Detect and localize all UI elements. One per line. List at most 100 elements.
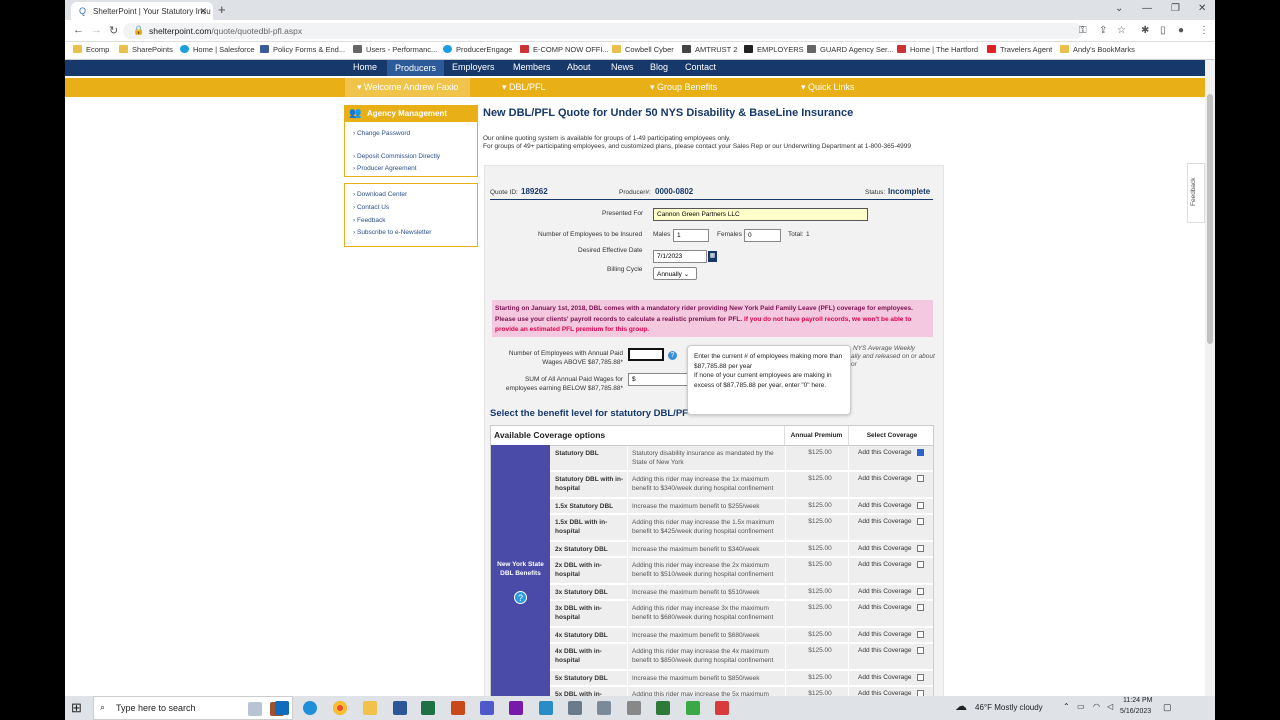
- word-icon[interactable]: [393, 701, 407, 715]
- add-coverage-checkbox[interactable]: [917, 674, 924, 681]
- add-coverage-checkbox[interactable]: [917, 561, 924, 568]
- change-password-link[interactable]: › Change Password: [345, 130, 410, 137]
- wages-below-input[interactable]: $: [628, 373, 688, 386]
- deposit-commission-link[interactable]: › Deposit Commission Directly: [345, 153, 440, 160]
- side-panel-icon[interactable]: ▯: [1160, 25, 1166, 36]
- key-icon[interactable]: ⚿: [1079, 25, 1087, 36]
- effective-date-input[interactable]: 7/1/2023: [653, 250, 707, 263]
- browser-tab[interactable]: Q ShelterPoint | Your Statutory Insu ✕: [71, 2, 213, 20]
- clock-time[interactable]: 11:24 PM: [1123, 697, 1152, 704]
- bookmark-item[interactable]: Home | The Hartford: [897, 45, 978, 54]
- weather-text[interactable]: 46°F Mostly cloudy: [975, 703, 1043, 712]
- taskbar-search[interactable]: ⌕ Type here to search: [93, 696, 293, 720]
- add-coverage-checkbox[interactable]: [917, 502, 924, 509]
- nav-producers[interactable]: Producers: [387, 60, 445, 76]
- minimize-icon[interactable]: —: [1142, 3, 1152, 14]
- add-coverage-checkbox[interactable]: [917, 647, 924, 654]
- forward-icon[interactable]: →: [91, 24, 102, 36]
- back-icon[interactable]: ←: [73, 24, 84, 36]
- bookmark-item[interactable]: Home | Salesforce: [180, 45, 255, 54]
- bookmark-item[interactable]: Users - Performanc...: [353, 45, 437, 54]
- contact-us-link[interactable]: › Contact Us: [345, 204, 389, 211]
- widget-icon[interactable]: [248, 702, 262, 716]
- clock-date[interactable]: 5/16/2023: [1120, 708, 1151, 715]
- bookmark-item[interactable]: ProducerEngage: [443, 45, 512, 54]
- app-icon[interactable]: [715, 701, 729, 715]
- download-center-link[interactable]: › Download Center: [345, 191, 407, 198]
- feedback-tab[interactable]: Feedback: [1187, 163, 1205, 223]
- new-tab-icon[interactable]: +: [218, 2, 226, 17]
- nav-contact[interactable]: Contact: [685, 62, 716, 72]
- dbl-pfl-menu[interactable]: ▾ DBL/PFL: [502, 82, 546, 93]
- nav-home[interactable]: Home: [353, 62, 377, 72]
- network-icon[interactable]: ▭: [1077, 702, 1085, 711]
- onenote-icon[interactable]: [509, 701, 523, 715]
- add-coverage-checkbox[interactable]: [917, 518, 924, 525]
- edge-icon[interactable]: [303, 701, 317, 715]
- close-tab-icon[interactable]: ✕: [199, 6, 207, 17]
- reload-icon[interactable]: ↻: [109, 24, 118, 37]
- app-icon[interactable]: [539, 701, 553, 715]
- close-window-icon[interactable]: ✕: [1198, 3, 1206, 14]
- outlook-icon[interactable]: [275, 701, 289, 715]
- excel-icon[interactable]: [421, 701, 435, 715]
- bookmark-item[interactable]: EMPLOYERS: [744, 45, 804, 54]
- subscribe-newsletter-link[interactable]: › Subscribe to e-Newsletter: [345, 229, 431, 236]
- tab-search-chevron-icon[interactable]: ⌄: [1115, 3, 1123, 14]
- teams-icon[interactable]: [480, 701, 494, 715]
- bookmark-item[interactable]: E-COMP NOW OFFI...: [520, 45, 609, 54]
- add-coverage-checkbox[interactable]: [917, 545, 924, 552]
- maximize-icon[interactable]: ❐: [1171, 3, 1180, 14]
- more-menu-icon[interactable]: ⋮: [1199, 25, 1209, 36]
- nav-members[interactable]: Members: [513, 62, 551, 72]
- bookmark-item[interactable]: Travelers Agent: [987, 45, 1052, 54]
- chevron-up-icon[interactable]: ⌃: [1063, 702, 1070, 711]
- nav-news[interactable]: News: [611, 62, 634, 72]
- add-coverage-checkbox[interactable]: [917, 604, 924, 611]
- bookmark-item[interactable]: SharePoints: [119, 45, 173, 54]
- chrome-icon[interactable]: [333, 701, 347, 715]
- scrollbar-thumb[interactable]: [1207, 94, 1213, 344]
- volume-icon[interactable]: ◁: [1107, 702, 1113, 711]
- add-coverage-checkbox[interactable]: [917, 449, 924, 456]
- app-icon[interactable]: [597, 701, 611, 715]
- add-coverage-checkbox[interactable]: [917, 475, 924, 482]
- presented-for-input[interactable]: Cannon Green Partners LLC: [653, 208, 868, 221]
- billing-cycle-select[interactable]: Annually ⌄: [653, 267, 697, 280]
- wifi-icon[interactable]: ◠: [1093, 702, 1100, 711]
- page-scrollbar[interactable]: [1205, 60, 1215, 696]
- file-explorer-icon[interactable]: [363, 701, 377, 715]
- app-icon[interactable]: [656, 701, 670, 715]
- wages-above-input[interactable]: [628, 348, 664, 361]
- nav-blog[interactable]: Blog: [650, 62, 668, 72]
- nav-about[interactable]: About: [567, 62, 591, 72]
- profile-avatar-icon[interactable]: ●: [1178, 25, 1184, 36]
- group-benefits-menu[interactable]: ▾ Group Benefits: [650, 82, 717, 93]
- welcome-menu[interactable]: ▾ Welcome Andrew Faxio: [345, 78, 471, 97]
- producer-agreement-link[interactable]: › Producer Agreement: [345, 165, 417, 172]
- bookmark-item[interactable]: Cowbell Cyber: [612, 45, 674, 54]
- bookmark-item[interactable]: AMTRUST 2: [682, 45, 737, 54]
- notifications-icon[interactable]: ▢: [1163, 702, 1172, 713]
- females-input[interactable]: 0: [744, 229, 781, 242]
- windows-start-icon[interactable]: ⊞: [71, 700, 82, 716]
- calculator-icon[interactable]: [568, 701, 582, 715]
- add-coverage-checkbox[interactable]: [917, 588, 924, 595]
- help-icon[interactable]: ?: [514, 591, 527, 604]
- app-icon[interactable]: [627, 701, 641, 715]
- extensions-icon[interactable]: ✱: [1141, 25, 1149, 36]
- feedback-link[interactable]: › Feedback: [345, 217, 386, 224]
- nav-employers[interactable]: Employers: [452, 62, 495, 72]
- app-icon[interactable]: [451, 701, 465, 715]
- bookmark-item[interactable]: GUARD Agency Ser...: [807, 45, 893, 54]
- quick-links-menu[interactable]: ▾ Quick Links: [801, 82, 855, 93]
- add-coverage-checkbox[interactable]: [917, 631, 924, 638]
- calendar-icon[interactable]: ▦: [708, 251, 717, 262]
- bookmark-item[interactable]: Ecomp: [73, 45, 109, 54]
- help-icon[interactable]: ?: [668, 351, 677, 360]
- bookmark-star-icon[interactable]: ☆: [1117, 25, 1126, 36]
- bookmark-item[interactable]: Policy Forms & End...: [260, 45, 345, 54]
- url-input[interactable]: 🔒 shelterpoint.com/quote/quotedbl-pfl.as…: [123, 23, 1083, 39]
- app-icon[interactable]: [686, 701, 700, 715]
- bookmark-item[interactable]: Andy's BookMarks: [1060, 45, 1135, 54]
